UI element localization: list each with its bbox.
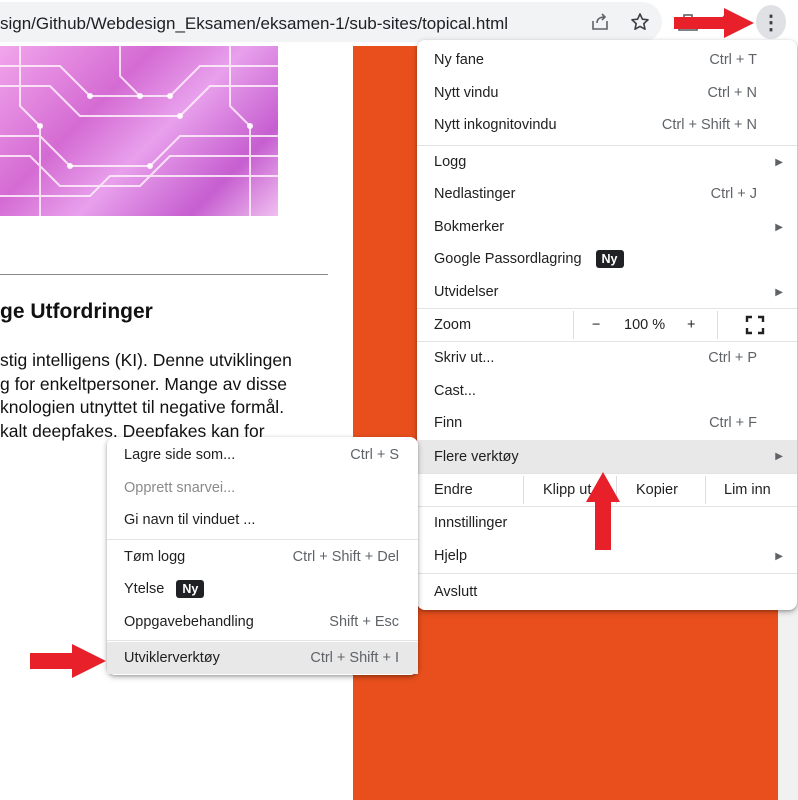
circuit-image <box>0 46 278 216</box>
menu-item-password-manager[interactable]: Google Passordlagring Ny <box>417 243 797 275</box>
url-text[interactable]: sign/Github/Webdesign_Eksamen/eksamen-1/… <box>0 14 508 34</box>
menu-item-label: Endre <box>434 482 473 498</box>
menu-item-create-shortcut[interactable]: Opprett snarvei... <box>107 472 418 504</box>
submenu-arrow-icon: ▶ <box>775 550 783 562</box>
menu-item-find[interactable]: Finn Ctrl + F <box>417 407 797 439</box>
shortcut-text: Ctrl + P <box>708 350 757 366</box>
menu-item-new-window[interactable]: Nytt vindu Ctrl + N <box>417 77 797 109</box>
menu-item-extensions[interactable]: Utvidelser ▶ <box>417 276 797 308</box>
shortcut-text: Ctrl + Shift + Del <box>292 549 399 565</box>
horizontal-rule <box>0 274 328 275</box>
submenu-arrow-icon: ▶ <box>775 286 783 298</box>
menu-separator <box>417 573 797 574</box>
menu-item-label: Hjelp <box>434 548 468 564</box>
menu-separator <box>107 640 418 641</box>
submenu-arrow-icon: ▶ <box>775 156 783 168</box>
menu-item-label: Utvidelser <box>434 284 499 300</box>
zoom-out-button[interactable]: − <box>592 317 600 333</box>
paragraph-line: g for enkeltpersoner. Mange av disse <box>0 373 287 394</box>
menu-item-label: Lagre side som... <box>124 447 236 463</box>
new-badge: Ny <box>595 250 624 268</box>
address-bar[interactable]: sign/Github/Webdesign_Eksamen/eksamen-1/… <box>0 2 662 42</box>
menu-item-label: Tøm logg <box>124 549 186 565</box>
menu-item-label: Gi navn til vinduet ... <box>124 512 256 528</box>
menu-item-label: Skriv ut... <box>434 350 495 366</box>
chrome-menu-button[interactable]: ⋮ <box>756 5 786 39</box>
shortcut-text: Shift + Esc <box>329 614 399 630</box>
menu-item-performance[interactable]: Ytelse Ny <box>107 573 418 605</box>
menu-item-label: Utviklerverktøy <box>124 650 220 666</box>
menu-item-label: Logg <box>434 154 467 170</box>
menu-item-label: Oppgavebehandling <box>124 614 254 630</box>
menu-item-history[interactable]: Logg ▶ <box>417 146 797 178</box>
menu-item-label: Finn <box>434 415 463 431</box>
share-icon[interactable] <box>588 10 612 34</box>
paragraph-line: knologien utnyttet til negative formål. <box>0 397 285 417</box>
menu-item-more-tools[interactable]: Flere verktøy ▶ <box>417 440 797 473</box>
menu-item-zoom: Zoom − 100 % + <box>417 309 797 341</box>
menu-item-label: Ny fane <box>434 52 484 68</box>
shortcut-text: Ctrl + Shift + I <box>310 650 399 666</box>
menu-item-label: Opprett snarvei... <box>124 480 236 496</box>
fullscreen-icon[interactable] <box>744 314 766 336</box>
divider <box>573 311 574 339</box>
annotation-arrow-up <box>586 472 620 550</box>
section-heading: ge Utfordringer <box>0 300 153 323</box>
more-tools-submenu: Lagre side som... Ctrl + S Opprett snarv… <box>107 437 418 675</box>
paragraph-line: stig intelligens (KI). Denne utviklingen <box>0 350 292 370</box>
zoom-level: 100 % <box>624 317 666 333</box>
menu-separator <box>107 539 418 540</box>
divider <box>523 476 524 504</box>
shortcut-text: Ctrl + Shift + N <box>661 117 757 133</box>
menu-item-label: Zoom <box>434 317 472 333</box>
menu-item-label: Nedlastinger <box>434 186 516 202</box>
divider <box>705 476 706 504</box>
menu-item-cast[interactable]: Cast... <box>417 375 797 407</box>
annotation-arrow-right-top <box>674 8 754 38</box>
menu-item-new-incognito[interactable]: Nytt inkognitovindu Ctrl + Shift + N <box>417 109 797 141</box>
annotation-arrow-right-bottom <box>30 644 106 678</box>
menu-item-exit[interactable]: Avslutt <box>417 576 797 608</box>
menu-item-label: Ytelse <box>124 581 165 597</box>
shortcut-text: Ctrl + S <box>350 447 399 463</box>
menu-item-label: Avslutt <box>434 584 478 600</box>
menu-item-label: Nytt inkognitovindu <box>434 117 557 133</box>
submenu-arrow-icon: ▶ <box>775 451 783 462</box>
menu-item-label: Google Passordlagring <box>434 251 582 267</box>
menu-item-task-manager[interactable]: Oppgavebehandling Shift + Esc <box>107 606 418 638</box>
menu-item-developer-tools[interactable]: Utviklerverktøy Ctrl + Shift + I <box>107 642 418 674</box>
shortcut-text: Ctrl + J <box>710 186 757 202</box>
menu-item-new-tab[interactable]: Ny fane Ctrl + T <box>417 44 797 76</box>
copy-button[interactable]: Kopier <box>636 474 678 506</box>
zoom-in-button[interactable]: + <box>687 317 695 333</box>
submenu-arrow-icon: ▶ <box>775 221 783 233</box>
menu-item-label: Innstillinger <box>434 515 508 531</box>
bookmark-star-icon[interactable] <box>628 10 652 34</box>
menu-item-label: Cast... <box>434 383 476 399</box>
shortcut-text: Ctrl + N <box>707 85 757 101</box>
menu-item-label: Flere verktøy <box>434 448 519 465</box>
menu-item-print[interactable]: Skriv ut... Ctrl + P <box>417 342 797 374</box>
paste-button[interactable]: Lim inn <box>724 474 771 506</box>
menu-item-save-page[interactable]: Lagre side som... Ctrl + S <box>107 439 418 471</box>
shortcut-text: Ctrl + T <box>709 52 757 68</box>
menu-item-bookmarks[interactable]: Bokmerker ▶ <box>417 211 797 243</box>
menu-item-label: Nytt vindu <box>434 85 499 101</box>
menu-item-clear-history[interactable]: Tøm logg Ctrl + Shift + Del <box>107 541 418 573</box>
menu-item-downloads[interactable]: Nedlastinger Ctrl + J <box>417 178 797 210</box>
menu-item-name-window[interactable]: Gi navn til vinduet ... <box>107 504 418 536</box>
divider <box>717 311 718 339</box>
shortcut-text: Ctrl + F <box>709 415 757 431</box>
menu-item-label: Bokmerker <box>434 219 505 235</box>
new-badge: Ny <box>176 580 205 598</box>
